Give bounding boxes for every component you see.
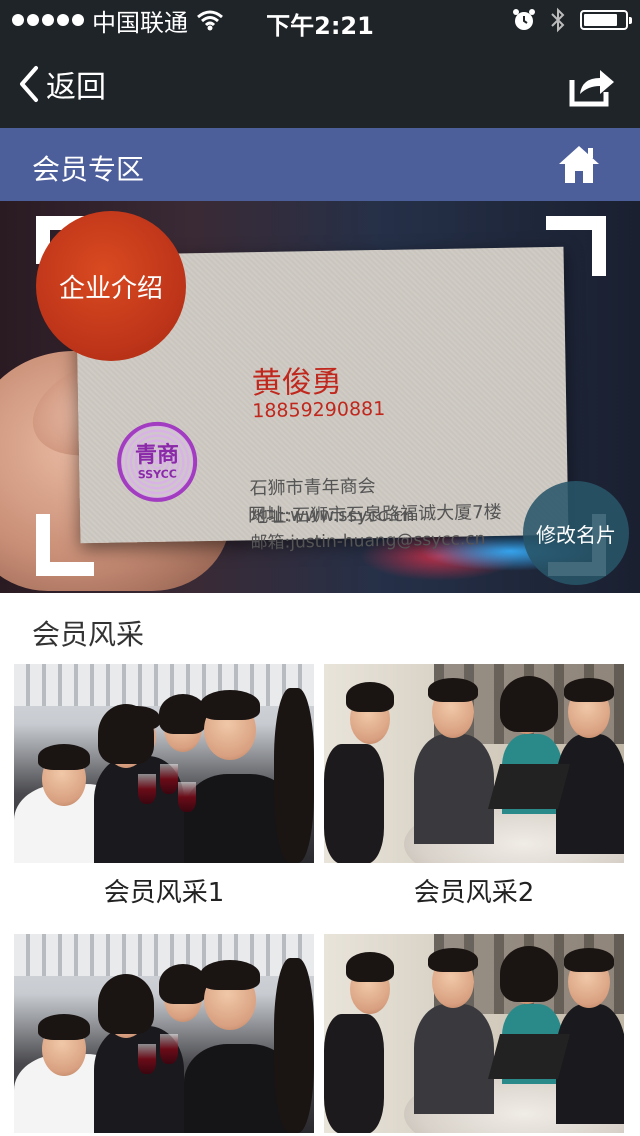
battery-level — [584, 14, 618, 26]
home-icon[interactable] — [558, 144, 600, 184]
frame-corner-bottom-left — [36, 514, 94, 576]
section-header: 会员专区 — [0, 128, 640, 201]
gallery-item-4[interactable] — [324, 934, 624, 1136]
section-title: 会员专区 — [32, 153, 145, 186]
card-name: 黄俊勇 — [251, 364, 343, 402]
back-button[interactable]: 返回 — [18, 62, 106, 106]
card-email: 邮箱:justin-huang@ssycc.cn — [250, 529, 486, 554]
bluetooth-icon — [551, 7, 565, 33]
gallery-item-3[interactable] — [14, 934, 314, 1136]
gallery-caption: 会员风采1 — [103, 878, 225, 908]
gallery-title: 会员风采 — [32, 618, 145, 651]
nav-bar: 返回 — [0, 40, 640, 128]
card-phone: 18859290881 — [252, 397, 386, 423]
chevron-left-icon — [20, 66, 38, 102]
card-website: 网址:www.ssycc.cn — [248, 505, 415, 526]
gallery-item-2[interactable]: 会员风采2 — [324, 664, 624, 914]
gallery-item-1[interactable]: 会员风采1 — [14, 664, 314, 914]
edit-card-button[interactable]: 修改名片 — [523, 481, 629, 585]
status-bar: 中国联通 下午2:21 — [0, 0, 640, 40]
logo-subtext: SSYCC — [137, 467, 177, 481]
gallery-caption: 会员风采2 — [413, 878, 535, 908]
member-photo — [324, 934, 624, 1133]
company-intro-button[interactable]: 企业介绍 — [36, 211, 186, 361]
battery-icon — [580, 10, 632, 30]
member-photo — [324, 664, 624, 863]
share-icon[interactable] — [568, 64, 616, 108]
alarm-clock-icon — [513, 9, 535, 30]
member-photo — [14, 934, 314, 1133]
ssycc-logo: 青商 SSYCC — [116, 421, 198, 503]
member-photo — [14, 664, 314, 863]
card-org: 石狮市青年商会 — [249, 476, 376, 500]
logo-text: 青商 — [134, 442, 180, 468]
status-right — [512, 6, 632, 34]
back-label: 返回 — [46, 70, 106, 105]
frame-corner-top-right — [546, 216, 606, 276]
business-card-banner: 青商 SSYCC 黄俊勇 18859290881 石狮市青年商会 地址:石狮市石… — [0, 201, 640, 593]
